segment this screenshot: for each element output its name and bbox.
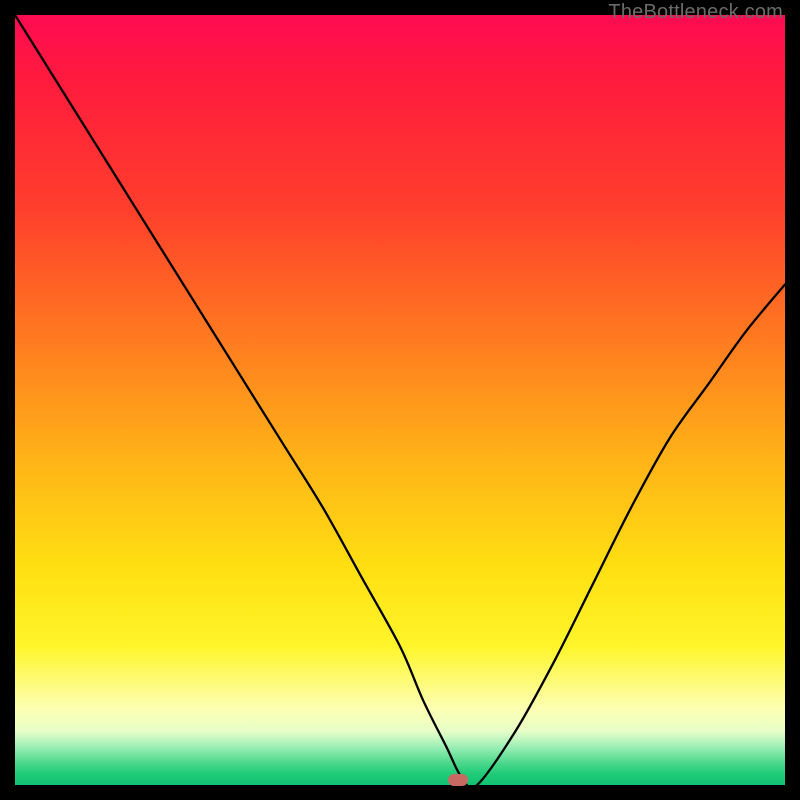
chart-frame: TheBottleneck.com	[0, 0, 800, 800]
optimal-point-marker	[448, 774, 468, 786]
watermark-text: TheBottleneck.com	[608, 1, 783, 24]
bottleneck-curve	[15, 15, 785, 785]
plot-area	[15, 15, 785, 785]
